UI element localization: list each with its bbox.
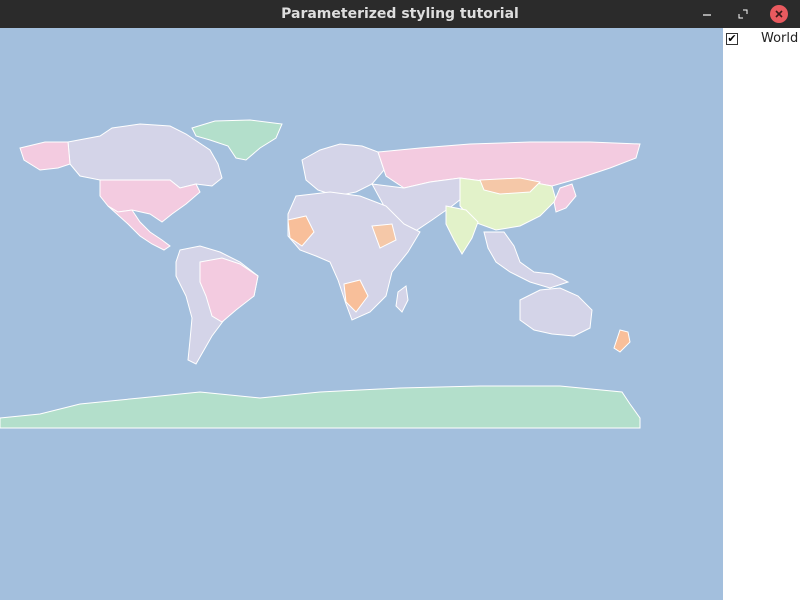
europe xyxy=(301,143,385,197)
close-icon[interactable] xyxy=(770,5,788,23)
antarctica xyxy=(0,385,641,429)
alaska xyxy=(19,141,71,171)
layer-label: World xyxy=(761,31,799,46)
minimize-icon[interactable] xyxy=(698,5,716,23)
window-titlebar[interactable]: Parameterized styling tutorial xyxy=(0,0,800,28)
new-zealand xyxy=(613,329,631,353)
japan xyxy=(553,183,577,213)
layer-panel: ✔ World xyxy=(723,28,800,600)
check-icon: ✔ xyxy=(727,32,737,45)
mongolia xyxy=(479,177,542,195)
madagascar xyxy=(395,285,409,313)
usa xyxy=(99,179,201,223)
southeast-asia xyxy=(483,231,570,289)
australia xyxy=(519,287,593,337)
layer-item-world[interactable]: ✔ World xyxy=(726,31,798,46)
maximize-icon[interactable] xyxy=(734,5,752,23)
map-canvas[interactable] xyxy=(0,28,723,600)
world-map xyxy=(0,119,641,429)
window-title: Parameterized styling tutorial xyxy=(281,6,519,22)
layer-visibility-checkbox[interactable]: ✔ xyxy=(726,32,738,45)
